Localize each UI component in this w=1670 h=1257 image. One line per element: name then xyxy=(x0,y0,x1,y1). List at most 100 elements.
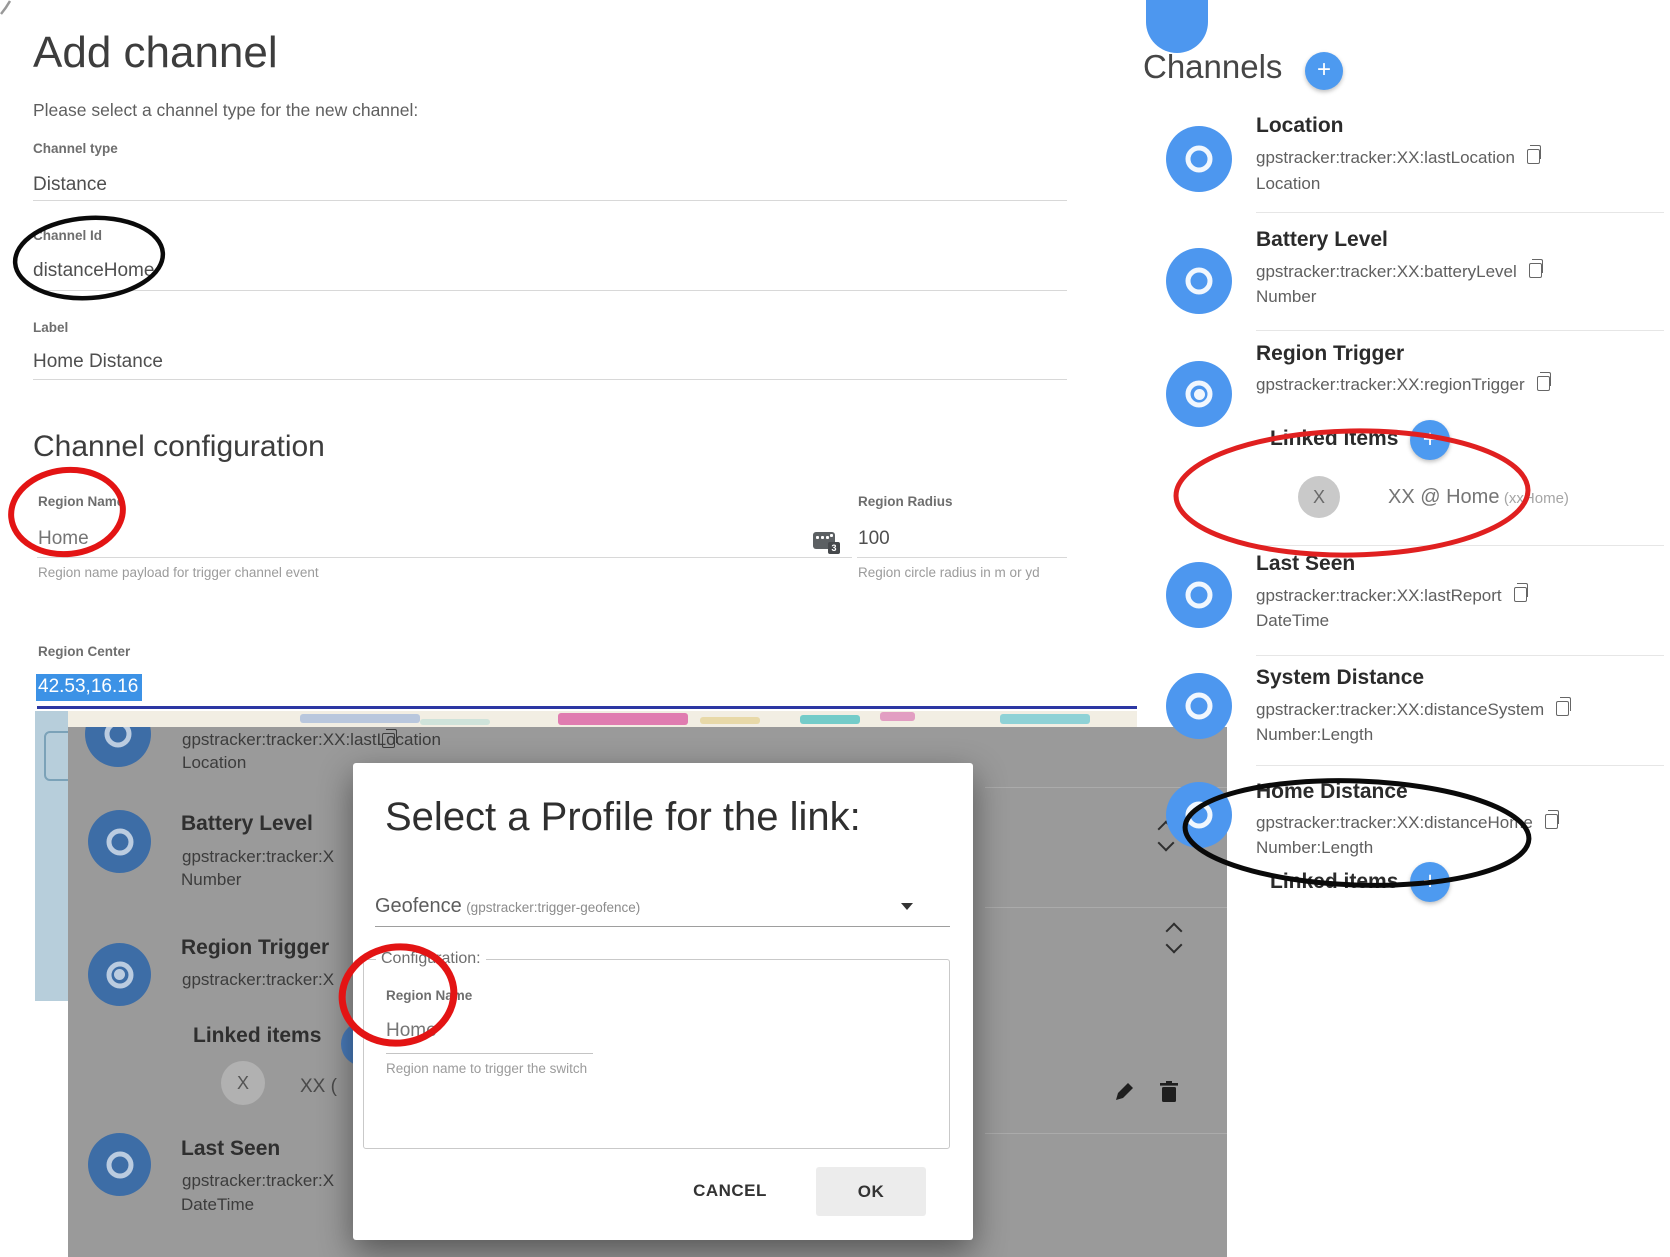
list-divider xyxy=(1256,212,1664,213)
add-channel-button[interactable]: + xyxy=(1305,52,1343,90)
form-intro-text: Please select a channel type for the new… xyxy=(33,100,418,121)
channel-type: Number xyxy=(1256,287,1316,307)
chevron-down-icon xyxy=(1166,937,1183,954)
dialog-region-name-input[interactable]: Home xyxy=(386,1020,437,1042)
region-radius-input[interactable]: 100 xyxy=(858,528,890,550)
add-linked-item-button[interactable]: + xyxy=(1410,862,1450,902)
region-center-focus-underline xyxy=(37,706,1137,709)
battery-channel-icon[interactable] xyxy=(1166,248,1232,314)
copy-icon[interactable] xyxy=(1514,587,1527,602)
channel-uid: gpstracker:tracker:XX:regionTrigger xyxy=(1256,375,1550,395)
home-distance-channel-icon[interactable] xyxy=(1166,782,1232,848)
region-radius-underline xyxy=(857,557,1067,558)
list-divider xyxy=(1256,765,1664,766)
channel-type-value[interactable]: Distance xyxy=(33,174,107,196)
ok-button[interactable]: OK xyxy=(816,1167,926,1216)
radio-unchecked-icon xyxy=(106,828,133,855)
map-fragment xyxy=(800,715,860,724)
region-center-label: Region Center xyxy=(38,644,130,659)
bg-last-seen-channel-icon xyxy=(88,1133,151,1196)
form-filler-icon[interactable]: 3 xyxy=(813,532,835,549)
bg-last-seen-type: DateTime xyxy=(181,1195,254,1215)
radio-unchecked-icon xyxy=(106,1151,133,1178)
label-field-underline xyxy=(33,379,1067,380)
add-linked-item-button[interactable]: + xyxy=(1410,420,1450,460)
bg-location-channel-icon xyxy=(85,727,151,767)
region-center-selected-text: 42.53,16.16 xyxy=(36,674,142,701)
channel-id-input[interactable]: distanceHome xyxy=(33,260,154,282)
channels-panel-title: Channels xyxy=(1143,48,1282,86)
filler-badge: 3 xyxy=(828,542,840,554)
map-fragment xyxy=(880,712,915,721)
channel-uid-text: gpstracker:tracker:XX:lastLocation xyxy=(1256,148,1515,167)
bg-battery-title: Battery Level xyxy=(181,812,313,836)
linked-items-label: Linked items xyxy=(1270,427,1398,451)
region-name-label: Region Name xyxy=(38,494,124,509)
channel-type: Number:Length xyxy=(1256,838,1373,858)
map-preview-sliver xyxy=(68,711,1137,727)
bg-location-uid: gpstracker:tracker:XX:lastLocation xyxy=(182,730,441,750)
list-divider xyxy=(1256,330,1664,331)
region-trigger-channel-icon[interactable] xyxy=(1166,361,1232,427)
channel-type-label: Channel type xyxy=(33,141,118,156)
location-channel-icon[interactable] xyxy=(1166,126,1232,192)
last-seen-channel-icon[interactable] xyxy=(1166,562,1232,628)
dialog-region-name-underline xyxy=(386,1053,593,1054)
cancel-button[interactable]: CANCEL xyxy=(675,1169,785,1213)
map-fragment xyxy=(1000,714,1090,724)
chevron-down-icon xyxy=(1158,835,1175,852)
radio-checked-icon xyxy=(106,961,133,988)
channel-uid: gpstracker:tracker:XX:distanceHome xyxy=(1256,813,1558,833)
channel-uid: gpstracker:tracker:XX:lastReport xyxy=(1256,586,1527,606)
map-fragment xyxy=(700,717,760,724)
linked-items-label: Linked items xyxy=(1270,870,1398,894)
profile-select[interactable]: Geofence (gpstracker:trigger-geofence) xyxy=(375,895,640,918)
copy-icon[interactable] xyxy=(1556,701,1569,716)
region-radius-label: Region Radius xyxy=(858,494,953,509)
configuration-fieldset: Configuration: Region Name Home Region n… xyxy=(363,959,950,1149)
bg-last-seen-uid: gpstracker:tracker:X xyxy=(182,1171,334,1191)
profile-dialog: Select a Profile for the link: Geofence … xyxy=(353,763,973,1240)
channel-type-underline xyxy=(33,200,1067,201)
label-field-input[interactable]: Home Distance xyxy=(33,351,163,373)
bg-region-trigger-channel-icon xyxy=(88,943,151,1006)
copy-icon[interactable] xyxy=(1537,376,1550,391)
channel-uid: gpstracker:tracker:XX:distanceSystem xyxy=(1256,700,1569,720)
channel-config-title: Channel configuration xyxy=(33,430,325,464)
bg-location-type: Location xyxy=(182,753,246,773)
channel-uid-text: gpstracker:tracker:XX:distanceSystem xyxy=(1256,700,1544,719)
channel-uid: gpstracker:tracker:XX:lastLocation xyxy=(1256,148,1540,168)
region-center-input[interactable]: 42.53,16.16 xyxy=(36,674,142,701)
region-name-input[interactable]: Home xyxy=(38,528,89,550)
copy-icon xyxy=(382,733,395,748)
channel-title: Home Distance xyxy=(1256,780,1408,804)
copy-icon[interactable] xyxy=(1545,814,1558,829)
dialog-region-name-hint: Region name to trigger the switch xyxy=(386,1061,587,1076)
linked-item-avatar: X xyxy=(1298,476,1340,518)
scrolled-fab-fragment xyxy=(1146,0,1208,53)
system-distance-channel-icon[interactable] xyxy=(1166,673,1232,739)
map-sea-sliver xyxy=(35,711,68,1001)
edit-pencil-icon xyxy=(1112,1080,1136,1104)
bg-battery-uid: gpstracker:tracker:X xyxy=(182,847,334,867)
region-radius-hint: Region circle radius in m or yd xyxy=(858,565,1040,580)
copy-icon[interactable] xyxy=(1527,149,1540,164)
channel-type: Location xyxy=(1256,174,1320,194)
bg-linked-item-name: XX ( xyxy=(300,1076,337,1098)
radio-unchecked-icon xyxy=(1186,693,1213,720)
map-fragment xyxy=(420,719,490,725)
trash-icon xyxy=(1158,1080,1180,1104)
dropdown-caret-icon[interactable] xyxy=(901,903,913,910)
map-control-icon xyxy=(44,731,68,781)
radio-unchecked-icon xyxy=(1186,146,1213,173)
corner-artifact xyxy=(1,1,10,14)
channel-title: System Distance xyxy=(1256,666,1424,690)
bg-region-trigger-uid: gpstracker:tracker:X xyxy=(182,970,334,990)
copy-icon[interactable] xyxy=(1529,263,1542,278)
linked-item-name-text: XX @ Home xyxy=(1388,486,1499,508)
label-field-label: Label xyxy=(33,320,68,335)
dialog-title: Select a Profile for the link: xyxy=(385,795,861,840)
linked-item-name[interactable]: XX @ Home (xxHome) xyxy=(1388,486,1569,509)
page-title: Add channel xyxy=(33,28,278,78)
channel-id-underline xyxy=(33,290,1067,291)
